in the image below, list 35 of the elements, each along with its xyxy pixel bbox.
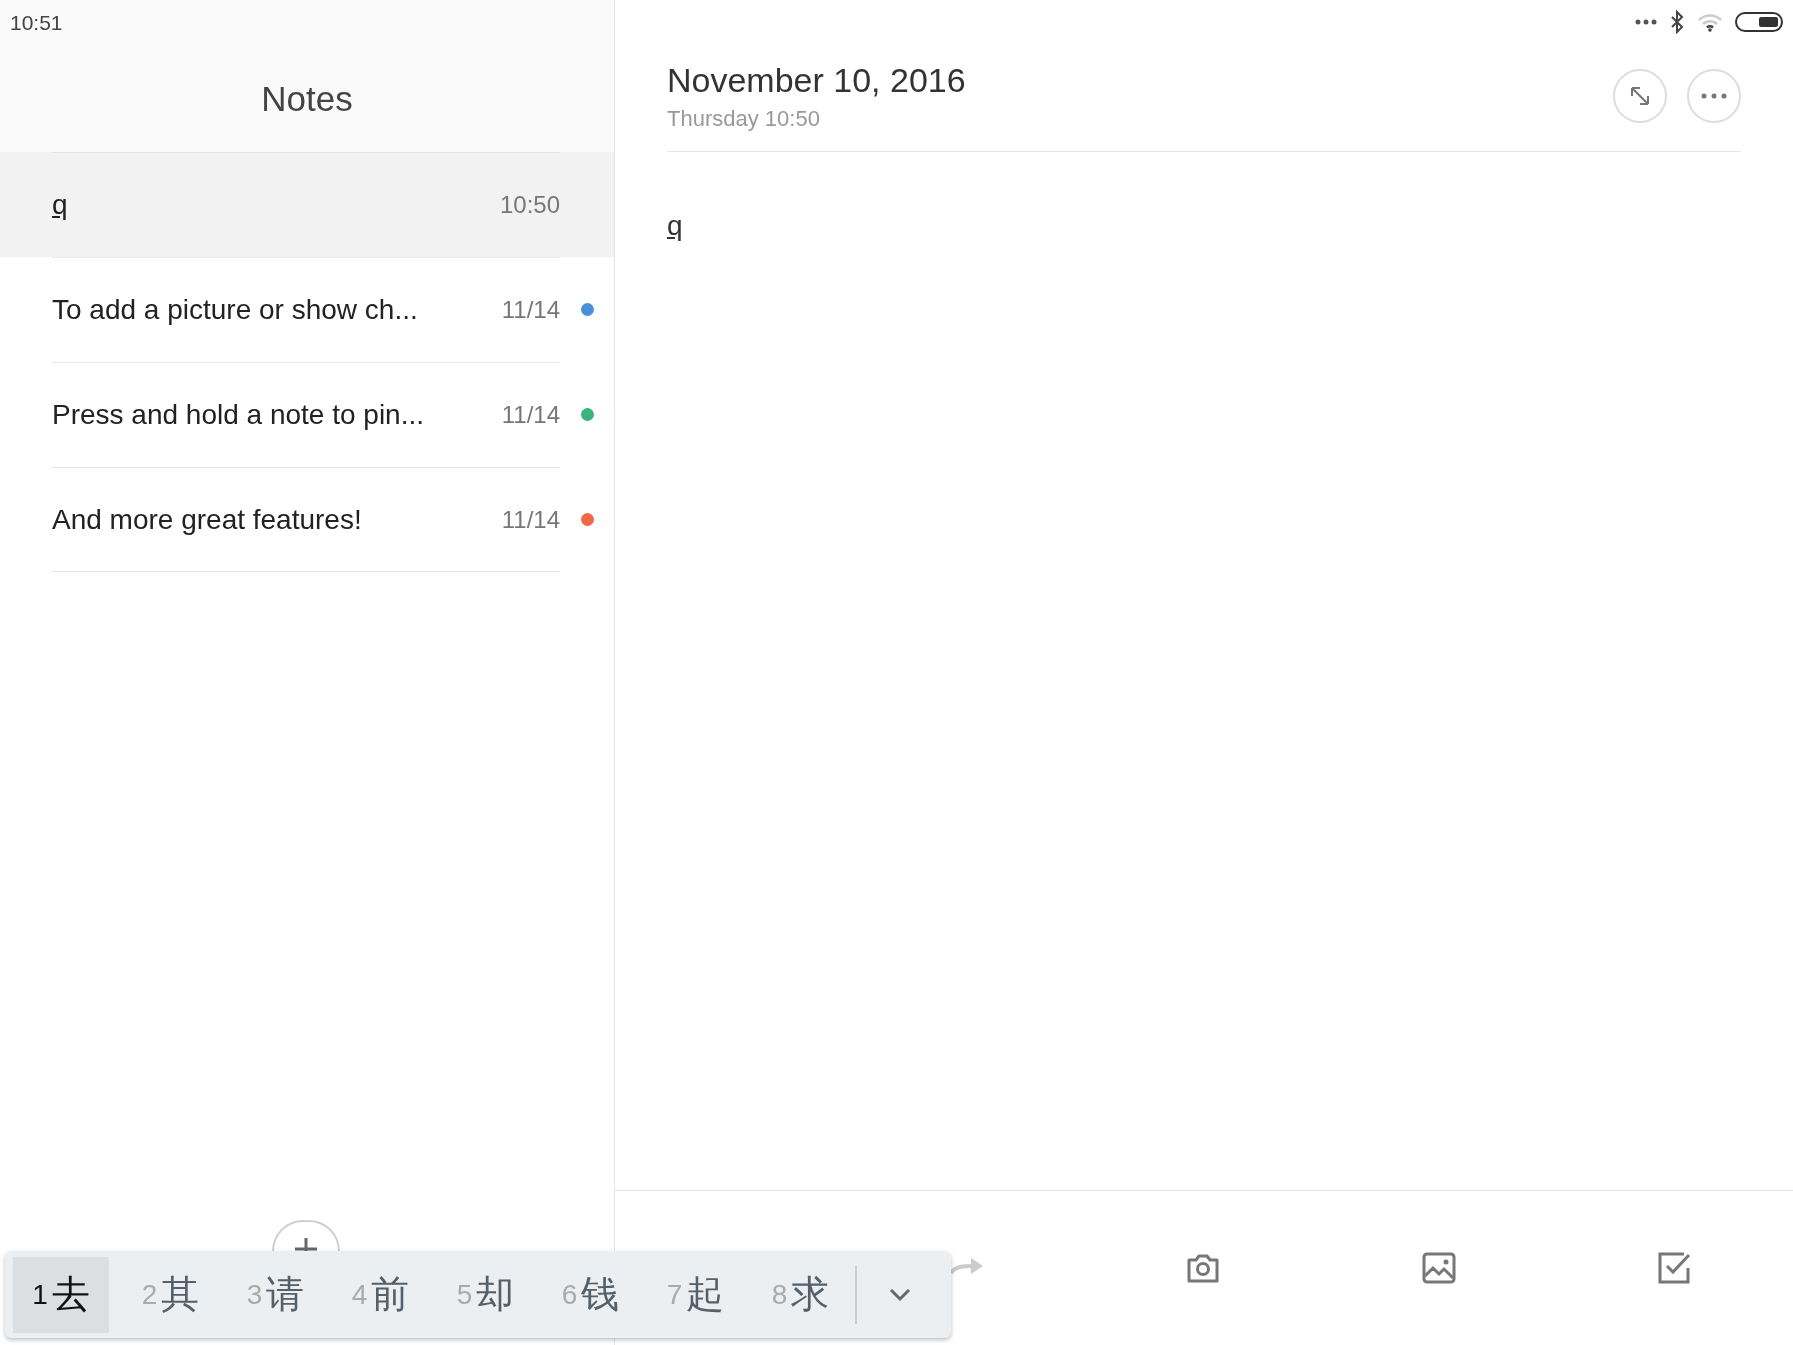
wifi-icon <box>1697 12 1723 32</box>
note-date: November 10, 2016 <box>667 61 966 100</box>
more-dots-icon <box>1635 18 1657 26</box>
more-icon <box>1700 91 1728 100</box>
note-time: 11/14 <box>501 401 560 429</box>
fullscreen-button[interactable] <box>1613 68 1667 123</box>
status-time: 10:51 <box>9 10 63 35</box>
checkbox-icon[interactable] <box>1658 1252 1692 1284</box>
note-subtitle: Thursday 10:50 <box>667 106 820 132</box>
candidate-word[interactable]: 5却 <box>433 1256 538 1333</box>
note-list-item[interactable]: q 10:50 <box>0 152 614 257</box>
candidate-word[interactable]: 7 起 <box>643 1256 748 1333</box>
bluetooth-icon <box>1669 10 1685 34</box>
candidate-word[interactable]: 2 其 <box>118 1256 223 1333</box>
note-list-item[interactable]: Press and hold a note to pin... 11/14 <box>0 362 614 467</box>
sidebar-title: Notes <box>261 79 353 119</box>
note-list-item[interactable]: To add a picture or show ch... 11/14 <box>0 257 614 362</box>
note-list-item[interactable]: And more great features! 11/14 <box>0 467 614 572</box>
battery-icon <box>1735 12 1783 32</box>
note-title: Press and hold a note to pin... <box>52 399 425 431</box>
candidate-word[interactable]: 1去 <box>13 1256 109 1333</box>
chevron-down-icon <box>889 1287 911 1302</box>
candidate-word[interactable]: 3请 <box>223 1256 328 1333</box>
note-time: 11/14 <box>501 505 560 534</box>
image-icon[interactable] <box>1422 1252 1456 1284</box>
note-time: 10:50 <box>499 191 560 219</box>
note-title: q <box>52 189 68 221</box>
note-body[interactable]: q <box>667 210 683 242</box>
note-time: 11/14 <box>501 296 560 324</box>
candidate-word[interactable]: 6钱 <box>538 1256 643 1333</box>
candidate-word[interactable]: 8求 <box>748 1256 853 1333</box>
camera-icon[interactable] <box>1186 1252 1220 1284</box>
note-title: To add a picture or show ch... <box>52 294 418 326</box>
candidate-word[interactable]: 4前 <box>328 1256 433 1333</box>
note-title: And more great features! <box>52 503 362 536</box>
